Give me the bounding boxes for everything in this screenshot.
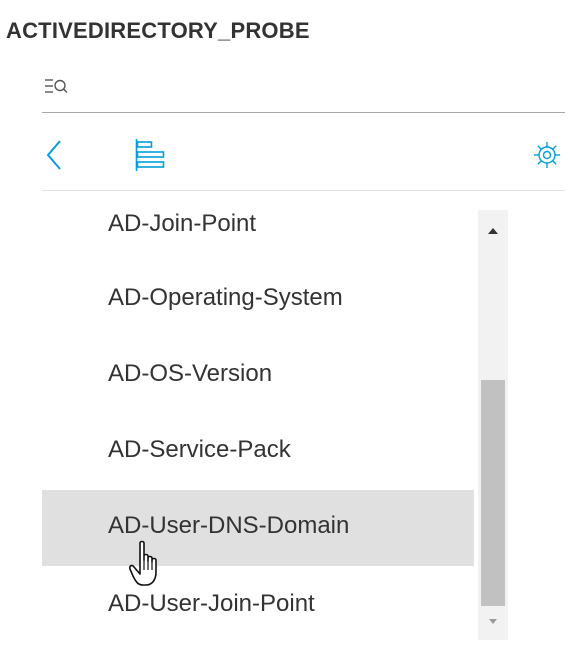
triangle-up-icon (488, 228, 498, 234)
triangle-down-icon (489, 619, 497, 624)
list-item-ad-user-dns-domain[interactable]: AD-User-DNS-Domain (42, 490, 474, 566)
chevron-left-icon (46, 140, 61, 170)
list-item-ad-service-pack[interactable]: AD-Service-Pack (42, 414, 474, 490)
tree-toolbar (42, 130, 565, 191)
filter-search-icon[interactable] (44, 78, 72, 96)
list-item-ad-user-join-point[interactable]: AD-User-Join-Point (42, 568, 474, 640)
list-item-label: AD-User-Join-Point (108, 590, 315, 617)
search-filter-field[interactable] (42, 72, 565, 113)
scroll-down-button[interactable] (478, 610, 508, 640)
settings-button[interactable] (531, 139, 563, 171)
page-title: ACTIVEDIRECTORY_PROBE (6, 18, 310, 43)
list-scrollbar[interactable] (478, 210, 508, 640)
back-button[interactable] (42, 138, 68, 172)
list-item-label: AD-Operating-System (108, 284, 343, 311)
list-item-ad-os-version[interactable]: AD-OS-Version (42, 338, 474, 414)
tree-view-button[interactable] (134, 138, 170, 172)
gear-icon (534, 142, 560, 168)
scroll-thumb[interactable] (481, 380, 505, 606)
list-item-label: AD-Join-Point (108, 210, 257, 237)
list-item-label: AD-User-DNS-Domain (108, 512, 350, 539)
list-item-label: AD-Service-Pack (108, 436, 291, 463)
list-item-label: AD-OS-Version (108, 360, 273, 387)
list-item-ad-operating-system[interactable]: AD-Operating-System (42, 262, 474, 338)
tree-view-icon (135, 139, 165, 171)
list-item-ad-join-point[interactable]: AD-Join-Point (42, 196, 474, 264)
scroll-up-button[interactable] (478, 210, 508, 244)
attribute-list: AD-Join-Point AD-Operating-System AD-OS-… (42, 196, 508, 640)
